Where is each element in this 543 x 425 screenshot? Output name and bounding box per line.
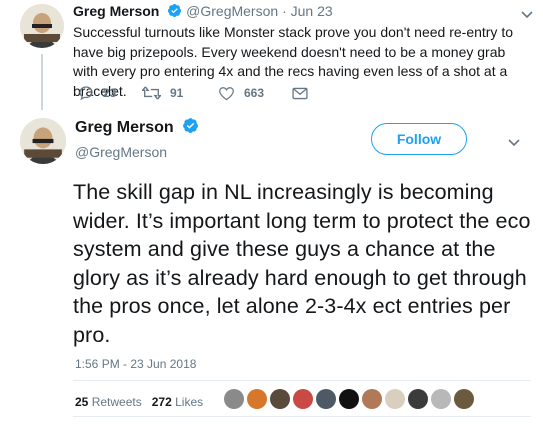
liker-avatar[interactable] — [224, 389, 244, 409]
liker-avatar[interactable] — [362, 389, 382, 409]
liker-avatar[interactable] — [454, 389, 474, 409]
reply-author-handle[interactable]: @GregMerson — [186, 3, 278, 19]
retweet-total: 25 — [75, 395, 89, 409]
header-separator: · — [282, 3, 287, 19]
direct-message-icon — [292, 87, 308, 99]
retweet-icon — [142, 86, 161, 100]
retweet-action[interactable]: 91 — [142, 85, 218, 101]
likes-label: Likes — [175, 395, 204, 409]
liker-avatar[interactable] — [431, 389, 451, 409]
reply-header: Greg Merson @GregMerson · Jun 23 — [73, 2, 528, 22]
tweet-stats: 25 Retweets 272 Likes — [75, 395, 203, 409]
reply-action-bar: 23 91 663 — [78, 83, 308, 103]
retweets-label: Retweets — [91, 395, 142, 409]
liker-avatar[interactable] — [293, 389, 313, 409]
tweet-timestamp[interactable]: 1:56 PM - 23 Jun 2018 — [75, 357, 196, 371]
chevron-down-icon[interactable] — [521, 6, 533, 24]
main-author-handle[interactable]: @GregMerson — [75, 144, 167, 160]
liker-avatar[interactable] — [270, 389, 290, 409]
reply-author-name[interactable]: Greg Merson — [73, 3, 159, 19]
liker-avatars — [224, 389, 477, 409]
liker-avatar[interactable] — [247, 389, 267, 409]
divider — [73, 380, 531, 381]
thread-connector-line — [41, 54, 43, 110]
main-tweet-text: The skill gap in NL increasingly is beco… — [73, 180, 531, 347]
chevron-down-icon[interactable] — [508, 134, 520, 152]
reply-count: 23 — [103, 86, 117, 100]
retweets-stat[interactable]: 25 Retweets — [75, 395, 142, 409]
liker-avatar[interactable] — [316, 389, 336, 409]
direct-message-action[interactable] — [292, 87, 308, 100]
like-count: 663 — [244, 86, 265, 100]
liker-avatar[interactable] — [339, 389, 359, 409]
avatar-image — [20, 4, 64, 48]
liker-avatar[interactable] — [408, 389, 428, 409]
main-author-name-row: Greg Merson — [75, 117, 199, 139]
follow-button[interactable]: Follow — [371, 123, 467, 155]
verified-badge-icon — [167, 3, 182, 22]
retweet-count: 91 — [170, 86, 184, 100]
reply-date[interactable]: Jun 23 — [291, 3, 333, 19]
liker-avatar[interactable] — [385, 389, 405, 409]
like-action[interactable]: 663 — [218, 86, 292, 101]
divider — [73, 416, 531, 417]
verified-badge-icon — [182, 117, 199, 139]
like-icon — [219, 86, 234, 100]
main-author-name[interactable]: Greg Merson — [75, 119, 174, 136]
reply-action[interactable]: 23 — [78, 85, 142, 101]
likes-stat[interactable]: 272 Likes — [152, 395, 203, 409]
avatar-image — [20, 118, 66, 164]
main-author-avatar[interactable] — [20, 118, 66, 164]
reply-icon — [79, 86, 93, 101]
reply-author-avatar[interactable] — [20, 4, 64, 48]
like-total: 272 — [151, 395, 172, 409]
